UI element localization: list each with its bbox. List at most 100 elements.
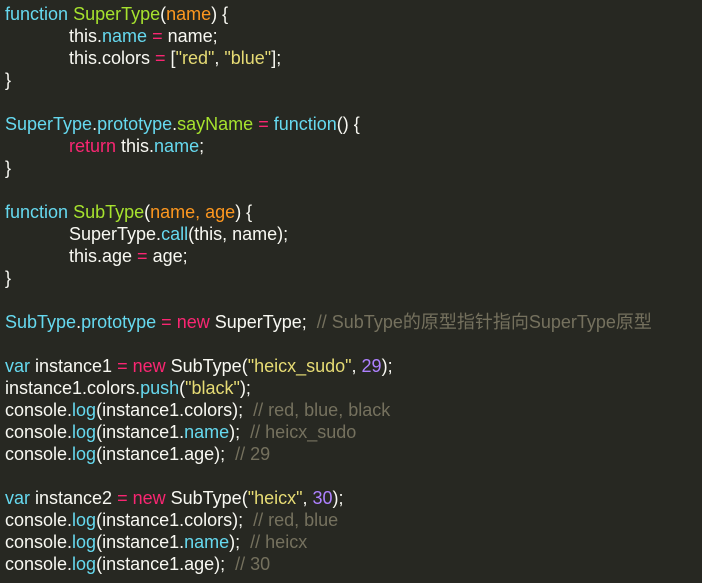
- code-line: return this.name;: [0, 135, 702, 157]
- code-token: ];: [271, 48, 282, 68]
- code-token: log: [72, 422, 97, 442]
- code-token: instance2: [30, 488, 118, 508]
- code-token: ,: [351, 356, 362, 376]
- code-token: sayName: [177, 114, 254, 134]
- code-token: "red": [175, 48, 215, 68]
- code-line: }: [0, 157, 702, 179]
- code-comment: // 29: [235, 444, 271, 464]
- code-token: ;: [199, 136, 205, 156]
- code-token: );: [229, 422, 251, 442]
- code-line: SuperType.prototype.sayName = function()…: [0, 113, 702, 135]
- code-token: var: [5, 488, 31, 508]
- code-token: log: [72, 532, 97, 552]
- code-comment: // red, blue: [253, 510, 339, 530]
- code-comment: // heicx_sudo: [250, 422, 357, 442]
- code-token: SubType(: [165, 488, 248, 508]
- code-line: console.log(instance1.name); // heicx: [0, 531, 702, 553]
- code-editor[interactable]: function SuperType(name) {this.name = na…: [0, 0, 702, 583]
- code-token: console.: [5, 444, 73, 464]
- code-token: SuperType.: [69, 224, 162, 244]
- code-token: name: [166, 4, 212, 24]
- code-token: new: [132, 488, 166, 508]
- code-token: (instance1.: [96, 532, 185, 552]
- code-token: }: [5, 158, 12, 178]
- code-token: SuperType: [5, 114, 93, 134]
- code-token: instance1: [30, 356, 118, 376]
- code-comment: // 30: [235, 554, 271, 574]
- code-comment: // red, blue, black: [253, 400, 391, 420]
- code-token: SubType: [73, 202, 145, 222]
- code-line: SubType.prototype = new SuperType; // Su…: [0, 311, 702, 333]
- code-token: "heicx_sudo": [247, 356, 352, 376]
- code-token: console.: [5, 422, 73, 442]
- code-token: =: [137, 246, 148, 266]
- code-token: (instance1.age);: [96, 554, 236, 574]
- code-line: instance1.colors.push("black");: [0, 377, 702, 399]
- code-token: this.: [116, 136, 155, 156]
- code-token: =: [258, 114, 269, 134]
- code-line: }: [0, 267, 702, 289]
- code-token: (instance1.age);: [96, 444, 236, 464]
- code-token: 30: [312, 488, 333, 508]
- code-token: log: [72, 554, 97, 574]
- code-token: =: [161, 312, 172, 332]
- code-token: }: [5, 70, 12, 90]
- code-token: console.: [5, 532, 73, 552]
- code-token: (instance1.colors);: [96, 510, 254, 530]
- code-token: );: [239, 378, 251, 398]
- code-token: SubType(: [165, 356, 248, 376]
- code-token: () {: [336, 114, 360, 134]
- code-line: console.log(instance1.colors); // red, b…: [0, 399, 702, 421]
- code-token: age;: [147, 246, 188, 266]
- code-line: SuperType.call(this, name);: [0, 223, 702, 245]
- code-comment: // SubType的原型指针指向SuperType原型: [316, 312, 652, 332]
- code-token: );: [229, 532, 251, 552]
- code-token: name: [102, 26, 148, 46]
- code-token: =: [155, 48, 166, 68]
- code-token: name;: [162, 26, 218, 46]
- code-token: }: [5, 268, 12, 288]
- code-token: this.age: [69, 246, 138, 266]
- code-token: ) {: [211, 4, 229, 24]
- code-line: console.log(instance1.name); // heicx_su…: [0, 421, 702, 443]
- code-token: );: [332, 488, 344, 508]
- code-token: new: [132, 356, 166, 376]
- code-token: );: [381, 356, 393, 376]
- code-token: 29: [361, 356, 382, 376]
- code-line: function SuperType(name) {: [0, 3, 702, 25]
- code-line: this.colors = ["red", "blue"];: [0, 47, 702, 69]
- code-token: return: [69, 136, 117, 156]
- code-token: SubType: [5, 312, 77, 332]
- code-token: ) {: [235, 202, 253, 222]
- code-token: this.colors: [69, 48, 156, 68]
- code-token: prototype: [81, 312, 157, 332]
- code-token: function: [5, 202, 69, 222]
- code-token: name: [154, 136, 200, 156]
- code-token: var: [5, 356, 31, 376]
- code-token: function: [5, 4, 69, 24]
- code-token: "black": [185, 378, 240, 398]
- code-token: SuperType: [73, 4, 161, 24]
- code-token: push: [140, 378, 180, 398]
- code-token: log: [72, 510, 97, 530]
- code-token: console.: [5, 510, 73, 530]
- code-line: var instance1 = new SubType("heicx_sudo"…: [0, 355, 702, 377]
- code-token: log: [72, 400, 97, 420]
- code-token: (instance1.colors);: [96, 400, 254, 420]
- code-line: console.log(instance1.age); // 30: [0, 553, 702, 575]
- code-line: function SubType(name, age) {: [0, 201, 702, 223]
- code-token: prototype: [97, 114, 173, 134]
- code-token: function: [273, 114, 337, 134]
- code-token: this.: [69, 26, 103, 46]
- code-token: console.: [5, 554, 73, 574]
- code-token: (this, name);: [188, 224, 289, 244]
- code-token: "blue": [224, 48, 272, 68]
- code-line: }: [0, 69, 702, 91]
- code-token: SuperType;: [209, 312, 317, 332]
- code-line: console.log(instance1.colors); // red, b…: [0, 509, 702, 531]
- code-token: "heicx": [247, 488, 303, 508]
- code-token: log: [72, 444, 97, 464]
